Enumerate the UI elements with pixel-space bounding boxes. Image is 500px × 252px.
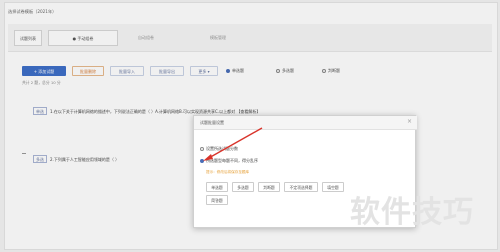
dialog-title: 试题批量设置 [200,120,224,125]
type-single-button[interactable]: 单选题 [206,182,228,192]
type-short-answer-button[interactable]: 简答题 [206,195,228,205]
option-set-score[interactable]: 设置所选试题分数 [200,145,238,153]
option-shuffle-score[interactable]: 所选题型每题不同，得分乱序 [200,157,258,165]
close-icon[interactable]: × [407,119,412,125]
radio-checked-icon [200,159,204,163]
watermark: 软件技巧 [350,195,474,230]
type-judge-button[interactable]: 判断题 [258,182,280,192]
type-fill-button[interactable]: 填空题 [322,182,344,192]
radio-unchecked-icon [200,147,204,151]
dialog-header: 试题批量设置 × [194,116,417,130]
type-multi-button[interactable]: 多选题 [232,182,254,192]
type-indefinite-button[interactable]: 不定项选择题 [284,182,318,192]
dialog-hint: 提示：修改后将保存至题库 [206,170,250,174]
